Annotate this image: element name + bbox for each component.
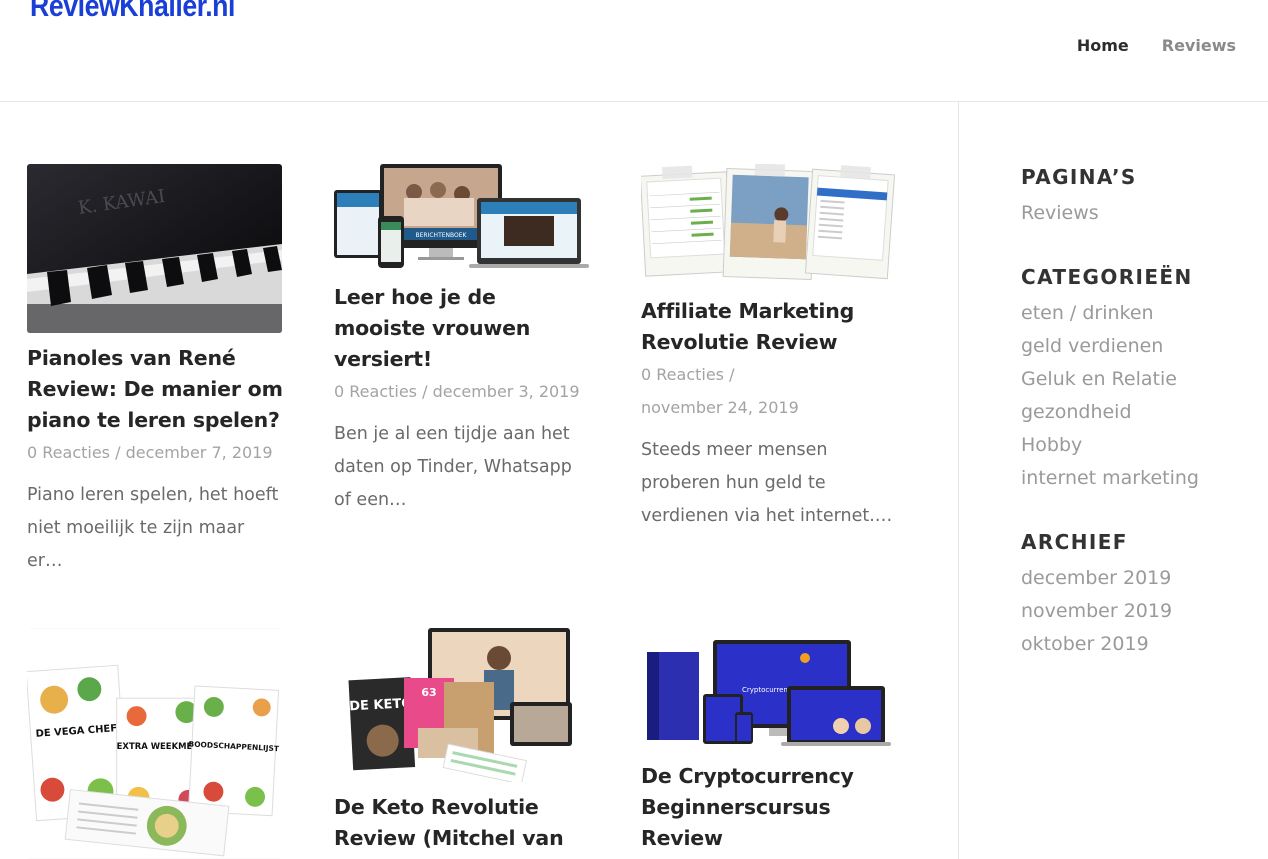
post-date: december 7, 2019 [125,443,273,462]
post-thumbnail-devices[interactable]: BERICHTENBOEK [334,164,589,270]
post-excerpt: Ben je al een tijdje aan het daten op Ti… [334,424,572,510]
post-card: BERICHTENBOEK Leer hoe je de mooiste vro… [334,164,590,517]
widget-title: CATEGORIEËN [1021,265,1193,289]
post-card: DE KETO 63 De Keto Revolutie Review (Mit… [334,628,590,854]
category-link[interactable]: internet marketing [1021,462,1261,495]
site-header: ReviewKnaller.nl Home Reviews [0,0,1268,102]
widget-title: ARCHIEF [1021,530,1128,554]
category-link[interactable]: eten / drinken [1021,297,1261,330]
category-link[interactable]: gezondheid [1021,396,1261,429]
nav-home[interactable]: Home [1077,36,1129,55]
post-card: Cryptocurrency Cursus De Cryptocurrency … [641,628,897,854]
post-title[interactable]: De Keto Revolutie Review (Mitchel van [334,792,590,854]
widget-archive: ARCHIEF december 2019 november 2019 okto… [1021,525,1261,661]
post-date: november 24, 2019 [641,398,799,417]
category-link[interactable]: geld verdienen [1021,330,1261,363]
comments-link[interactable]: 0 Reacties [27,443,110,462]
post-thumbnail-polaroids[interactable] [641,164,896,287]
category-link[interactable]: Hobby [1021,429,1261,462]
content-sidebar-divider [958,101,959,859]
comments-link[interactable]: 0 Reacties [334,382,417,401]
post-card: Affiliate Marketing Revolutie Review 0 R… [641,164,897,533]
post-date: december 3, 2019 [432,382,580,401]
archive-link[interactable]: oktober 2019 [1021,628,1261,661]
archive-link[interactable]: december 2019 [1021,562,1261,595]
archive-link[interactable]: november 2019 [1021,595,1261,628]
comments-link[interactable]: 0 Reacties [641,365,724,384]
widget-categories: CATEGORIEËN eten / drinken geld verdiene… [1021,260,1261,495]
post-thumbnail-piano[interactable]: K. KAWAI [27,164,282,333]
category-link[interactable]: Geluk en Relatie [1021,363,1261,396]
post-title[interactable]: De Cryptocurrency Beginnerscursus Review [641,761,897,854]
post-thumbnail-vega-chef[interactable]: DE VEGA CHEF EXTRA WEEKMENU BOODSCHAPPEN… [27,628,282,859]
nav-reviews[interactable]: Reviews [1162,36,1236,55]
site-logo[interactable]: ReviewKnaller.nl [30,0,235,24]
main-nav: Home Reviews [1077,36,1236,55]
thumbnail-caption: BERICHTENBOEK [416,232,468,239]
widget-pages: PAGINA’S Reviews [1021,160,1261,230]
post-meta: 0 Reacties / december 3, 2019 [334,382,580,401]
post-thumbnail-keto[interactable]: DE KETO 63 [334,628,589,782]
post-title[interactable]: Leer hoe je de mooiste vrouwen versiert! [334,282,590,375]
sidebar-link-reviews[interactable]: Reviews [1021,197,1261,230]
post-title[interactable]: Pianoles van René Review: De manier om p… [27,343,283,436]
post-excerpt: Piano leren spelen, het hoeft niet moeil… [27,485,279,571]
post-meta: 0 Reacties / december 7, 2019 [27,443,273,462]
widget-title: PAGINA’S [1021,165,1137,189]
post-card: K. KAWAI Pianoles van René Review: De ma… [27,164,283,578]
post-meta: 0 Reacties / november 24, 2019 [641,365,799,417]
post-excerpt: Steeds meer mensen proberen hun geld te … [641,440,893,526]
post-thumbnail-crypto[interactable]: Cryptocurrency Cursus [641,628,896,748]
thumbnail-caption: 63 [421,686,436,699]
post-title[interactable]: Affiliate Marketing Revolutie Review [641,296,897,358]
sidebar: PAGINA’S Reviews CATEGORIEËN eten / drin… [1021,160,1261,691]
post-card: DE VEGA CHEF EXTRA WEEKMENU BOODSCHAPPEN… [27,628,283,859]
